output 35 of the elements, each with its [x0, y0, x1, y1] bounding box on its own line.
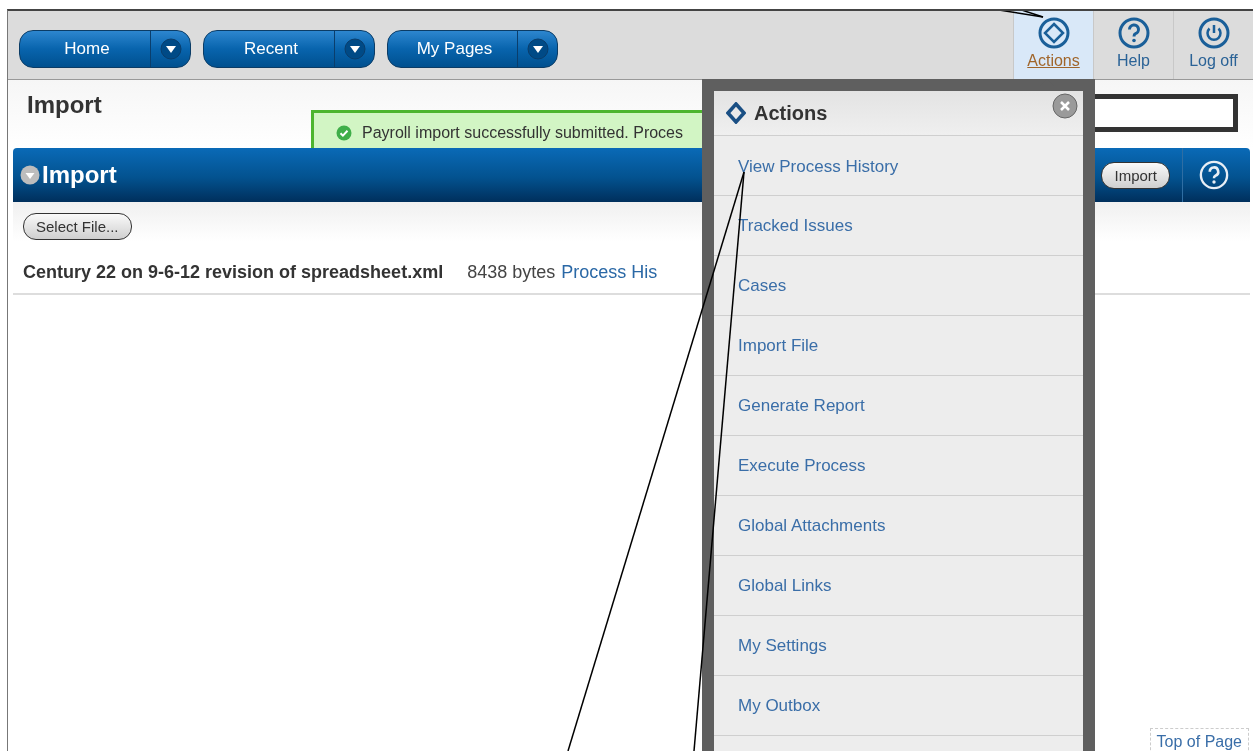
diamond-icon — [726, 102, 746, 124]
panel-title: Import — [42, 161, 117, 189]
menu-item[interactable]: Global Links — [714, 556, 1083, 616]
process-history-link[interactable]: Process His — [561, 262, 658, 283]
caret-icon — [160, 38, 182, 60]
toolbar-button[interactable]: Log off — [1173, 11, 1253, 79]
page-title: Import — [27, 91, 103, 119]
collapse-icon[interactable] — [20, 165, 40, 185]
select-file-button[interactable]: Select File... — [23, 213, 132, 240]
close-icon[interactable] — [1052, 93, 1078, 119]
menu-item[interactable]: My Outbox — [714, 676, 1083, 736]
file-size: 8438 bytes — [467, 262, 556, 283]
menu-item[interactable]: Execute Process — [714, 436, 1083, 496]
power-icon — [1197, 17, 1230, 49]
caret-icon — [527, 38, 549, 60]
menu-item[interactable]: View Process History — [714, 136, 1083, 196]
help-icon — [1117, 17, 1150, 49]
nav-menu-button[interactable]: Recent — [203, 30, 375, 68]
menu-item[interactable]: Cases — [714, 256, 1083, 316]
toolbar-button[interactable]: Actions — [1013, 11, 1093, 79]
import-button[interactable]: Import — [1101, 161, 1170, 189]
message-text: Payroll import successfully submitted. Proces — [362, 123, 683, 142]
menu-item[interactable]: Generate Report — [714, 376, 1083, 436]
menu-item[interactable]: Import File — [714, 316, 1083, 376]
help-icon[interactable] — [1199, 160, 1229, 190]
menu-item[interactable]: Global Attachments — [714, 496, 1083, 556]
popup-title: Actions — [754, 101, 829, 125]
menu-item[interactable]: My Settings — [714, 616, 1083, 676]
toolbar-button[interactable]: Help — [1093, 11, 1173, 79]
nav-menu-button[interactable]: Home — [19, 30, 191, 68]
nav-menu-button[interactable]: My Pages — [387, 30, 558, 68]
caret-icon — [344, 38, 366, 60]
top-of-page-link[interactable]: Top of Page — [1149, 728, 1249, 751]
check-icon — [336, 124, 352, 141]
file-name: Century 22 on 9-6-12 revision of spreadsheet.xml — [23, 262, 444, 283]
